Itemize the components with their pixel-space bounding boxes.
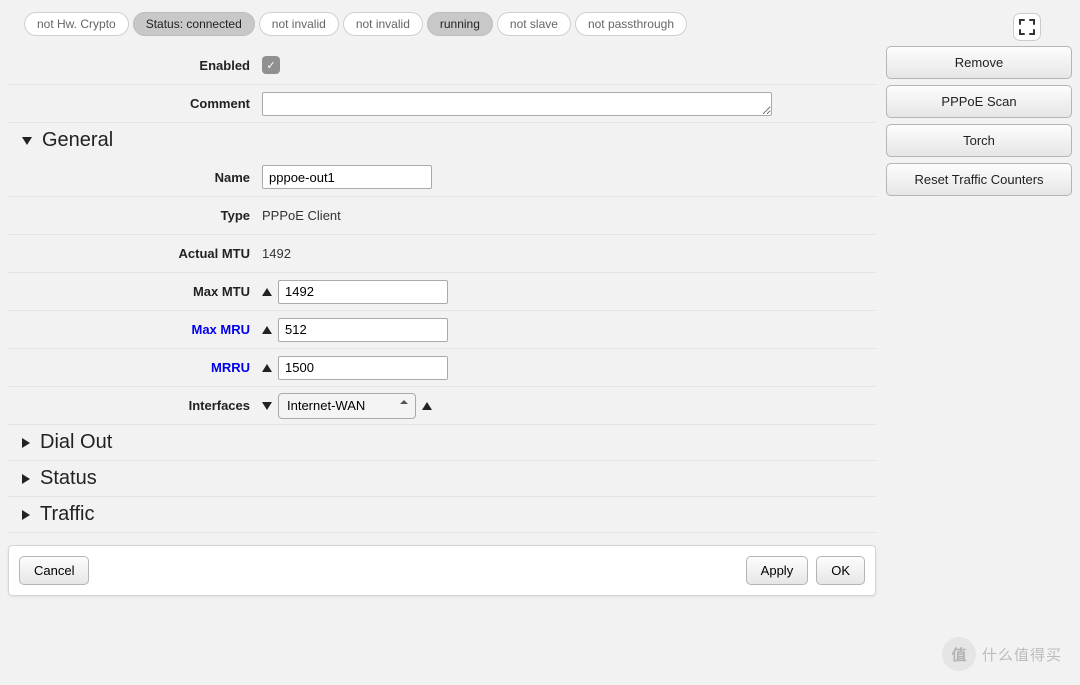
enabled-label: Enabled: [8, 58, 262, 73]
footer-bar: Cancel Apply OK: [8, 545, 876, 596]
section-dial-out-title: Dial Out: [40, 431, 112, 454]
add-item-icon[interactable]: [262, 402, 272, 410]
chevron-right-icon: [22, 510, 30, 520]
remove-item-icon[interactable]: [422, 402, 432, 410]
status-pill-bar: not Hw. CryptoStatus: connectednot inval…: [8, 8, 876, 46]
collapse-up-icon[interactable]: [262, 326, 272, 334]
type-value: PPPoE Client: [262, 204, 341, 227]
enabled-checkbox[interactable]: ✓: [262, 56, 280, 74]
chevron-down-icon: [22, 137, 32, 145]
actual-mtu-label: Actual MTU: [8, 246, 262, 261]
chevron-right-icon: [22, 474, 30, 484]
reset-traffic-counters-button[interactable]: Reset Traffic Counters: [886, 163, 1072, 196]
type-label: Type: [8, 208, 262, 223]
interfaces-select[interactable]: Internet-WAN: [278, 393, 416, 419]
action-sidebar: Remove PPPoE Scan Torch Reset Traffic Co…: [886, 8, 1072, 596]
ok-button[interactable]: OK: [816, 556, 865, 585]
section-general-body: Name Type PPPoE Client Actual MTU 1492 M…: [8, 158, 876, 424]
comment-input[interactable]: [262, 92, 772, 116]
status-pill: Status: connected: [133, 12, 255, 36]
section-status-header[interactable]: Status: [8, 460, 876, 496]
status-pill: not passthrough: [575, 12, 687, 36]
status-pill: not invalid: [343, 12, 423, 36]
fullscreen-icon[interactable]: [1014, 14, 1040, 40]
section-traffic-title: Traffic: [40, 503, 94, 526]
torch-button[interactable]: Torch: [886, 124, 1072, 157]
name-label: Name: [8, 170, 262, 185]
section-traffic-header[interactable]: Traffic: [8, 496, 876, 533]
status-pill: not slave: [497, 12, 571, 36]
chevron-right-icon: [22, 438, 30, 448]
actual-mtu-value: 1492: [262, 242, 291, 265]
watermark-logo-icon: 值: [942, 637, 976, 671]
section-status-title: Status: [40, 467, 97, 490]
max-mtu-input[interactable]: [278, 280, 448, 304]
remove-button[interactable]: Remove: [886, 46, 1072, 79]
mrru-input[interactable]: [278, 356, 448, 380]
max-mtu-label: Max MTU: [8, 284, 262, 299]
interfaces-label: Interfaces: [8, 398, 262, 413]
comment-label: Comment: [8, 96, 262, 111]
mrru-label[interactable]: MRRU: [8, 360, 262, 375]
cancel-button[interactable]: Cancel: [19, 556, 89, 585]
collapse-up-icon[interactable]: [262, 364, 272, 372]
max-mru-input[interactable]: [278, 318, 448, 342]
section-dial-out-header[interactable]: Dial Out: [8, 424, 876, 460]
collapse-up-icon[interactable]: [262, 288, 272, 296]
name-input[interactable]: [262, 165, 432, 189]
max-mru-label[interactable]: Max MRU: [8, 322, 262, 337]
section-general-header[interactable]: General: [8, 122, 876, 158]
watermark: 值 什么值得买: [942, 637, 1062, 671]
pppoe-scan-button[interactable]: PPPoE Scan: [886, 85, 1072, 118]
apply-button[interactable]: Apply: [746, 556, 809, 585]
status-pill: not invalid: [259, 12, 339, 36]
status-pill: running: [427, 12, 493, 36]
section-general-title: General: [42, 129, 113, 152]
watermark-text: 什么值得买: [982, 644, 1062, 665]
status-pill: not Hw. Crypto: [24, 12, 129, 36]
